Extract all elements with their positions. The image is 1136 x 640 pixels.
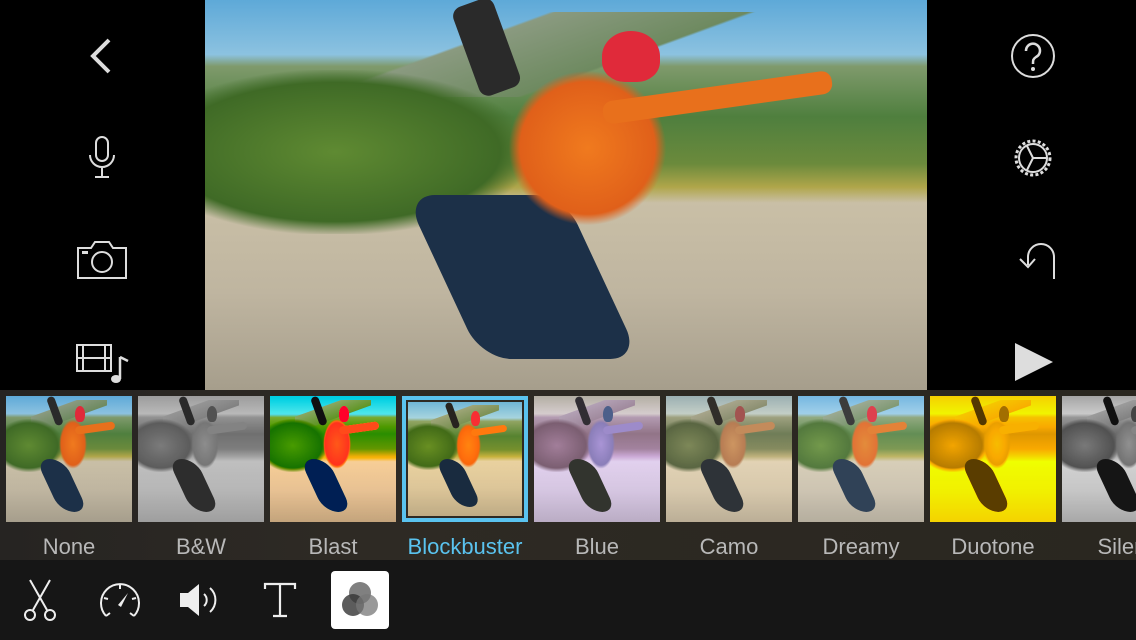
volume-icon <box>180 584 217 616</box>
filter-thumbnail[interactable] <box>798 396 924 522</box>
speed-tool-button[interactable] <box>91 571 149 629</box>
filter-thumbnail[interactable] <box>1062 396 1136 522</box>
edit-toolbar <box>0 560 1136 640</box>
filters-tool-button[interactable] <box>331 571 389 629</box>
undo-icon <box>1019 243 1055 279</box>
split-tool-button[interactable] <box>11 571 69 629</box>
filter-thumbnail[interactable] <box>666 396 792 522</box>
play-icon <box>1015 343 1053 381</box>
back-chevron-icon <box>90 38 111 74</box>
title-tool-button[interactable] <box>251 571 309 629</box>
filter-label[interactable]: Blockbuster <box>399 534 531 560</box>
help-icon <box>1011 34 1055 78</box>
microphone-icon <box>89 136 115 178</box>
filter-label[interactable]: Camo <box>663 534 795 560</box>
filter-thumbnail[interactable] <box>138 396 264 522</box>
filter-label[interactable]: Silent <box>1059 534 1136 560</box>
undo-button[interactable] <box>1003 230 1063 290</box>
right-sidebar <box>927 0 1136 390</box>
filter-label[interactable]: B&W <box>135 534 267 560</box>
media-library-button[interactable] <box>72 330 132 390</box>
filter-label[interactable]: Blue <box>531 534 663 560</box>
filter-thumbnail[interactable] <box>402 396 528 522</box>
filter-label[interactable]: Dreamy <box>795 534 927 560</box>
settings-gear-icon <box>1014 139 1052 177</box>
scissors-icon <box>24 579 56 621</box>
filters-icon <box>342 582 378 616</box>
play-button[interactable] <box>1003 332 1063 392</box>
filter-label[interactable]: None <box>3 534 135 560</box>
title-text-icon <box>263 582 297 618</box>
filter-thumbnail[interactable] <box>270 396 396 522</box>
filter-thumbnail[interactable] <box>930 396 1056 522</box>
help-button[interactable] <box>1003 26 1063 86</box>
camera-button[interactable] <box>72 230 132 290</box>
left-sidebar <box>0 0 205 390</box>
video-preview[interactable] <box>205 0 927 390</box>
volume-tool-button[interactable] <box>171 571 229 629</box>
camera-icon <box>77 241 127 279</box>
voiceover-button[interactable] <box>72 128 132 188</box>
filter-thumbnail[interactable] <box>6 396 132 522</box>
media-library-icon <box>76 344 129 383</box>
filter-label[interactable]: Duotone <box>927 534 1059 560</box>
back-button[interactable] <box>72 26 132 86</box>
speed-icon <box>100 583 140 617</box>
filter-label[interactable]: Blast <box>267 534 399 560</box>
filter-strip: None B&W Blast Blockbuster Blue Camo Dreamy Duo… <box>0 390 1136 560</box>
filter-thumbnail[interactable] <box>534 396 660 522</box>
settings-button[interactable] <box>1003 128 1063 188</box>
